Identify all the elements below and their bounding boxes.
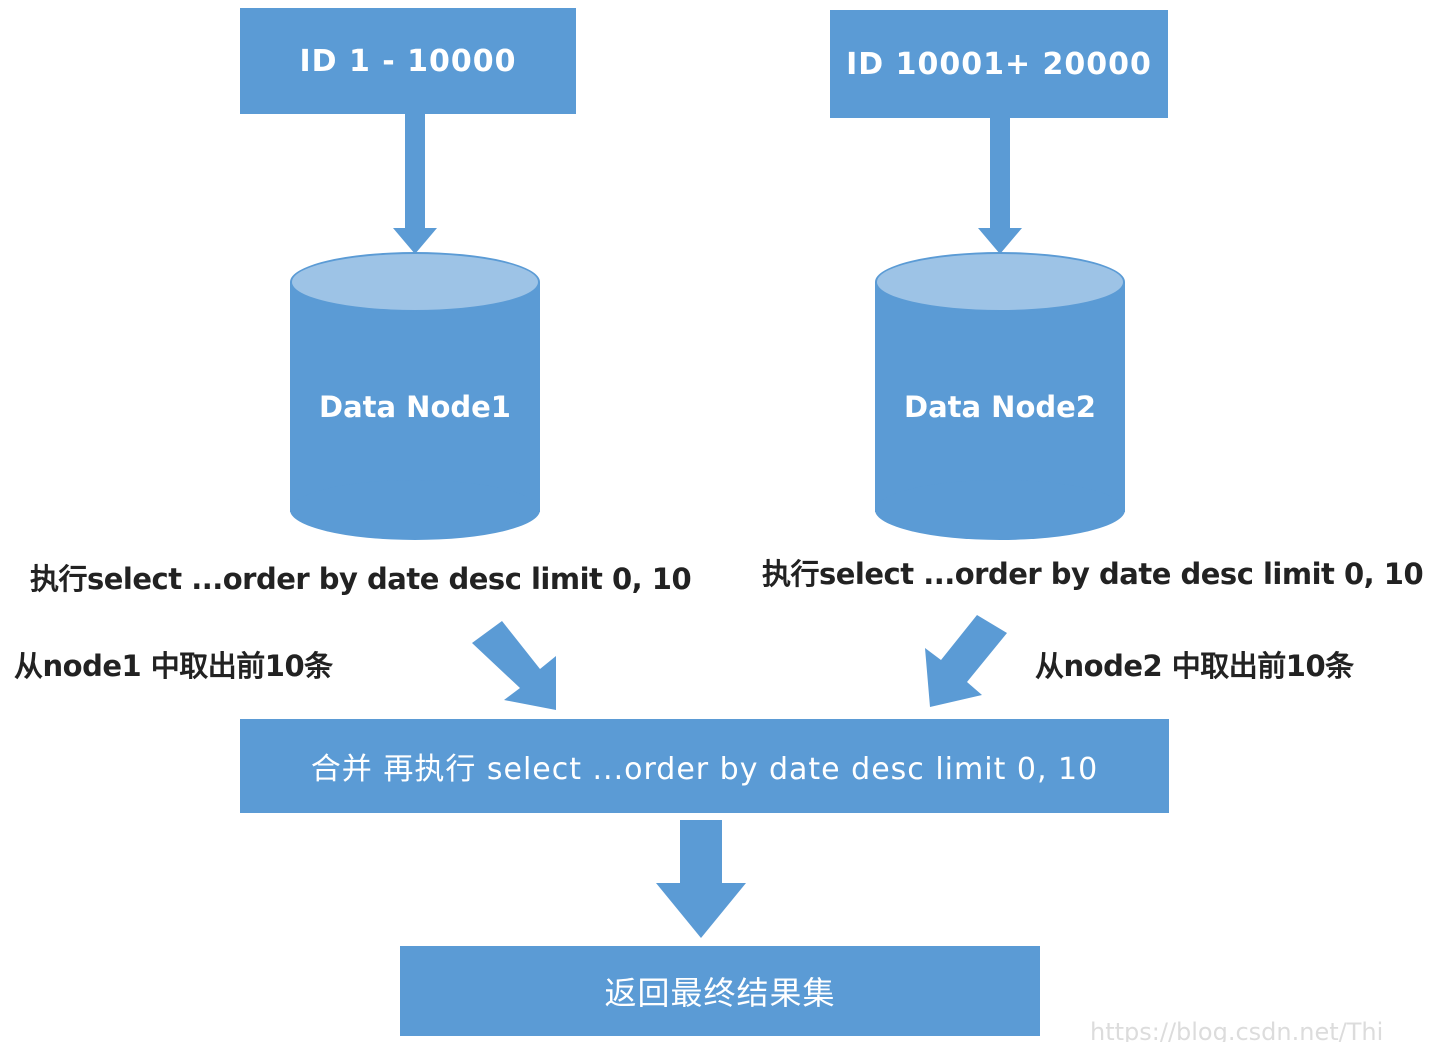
data-node2-cylinder: Data Node2	[875, 252, 1125, 542]
node1-take-caption: 从node1 中取出前10条	[14, 649, 333, 683]
arrow-right-range-to-node2	[978, 116, 1022, 254]
result-box: 返回最终结果集	[400, 946, 1040, 1036]
node2-query-caption: 执行select ...order by date desc limit 0, …	[762, 557, 1424, 591]
arrow-left-range-to-node1	[393, 113, 437, 254]
watermark: https://blog.csdn.net/Thi	[1090, 1018, 1384, 1042]
arrow-merge-to-result	[656, 820, 746, 938]
arrow-node1-to-merge	[472, 621, 556, 710]
cylinder-top	[290, 252, 540, 312]
node2-take-caption: 从node2 中取出前10条	[1035, 649, 1354, 683]
right-range-box: ID 10001+ 20000	[830, 10, 1168, 118]
data-node1-cylinder: Data Node1	[290, 252, 540, 542]
sharding-query-diagram: ID 1 - 10000 ID 10001+ 20000 Data Node1 …	[0, 0, 1432, 1042]
flow-arrows	[393, 113, 1022, 938]
left-range-box: ID 1 - 10000	[240, 8, 576, 114]
merge-label: 合并 再执行 select ...order by date desc limi…	[310, 752, 1099, 787]
node1-query-caption: 执行select ...order by date desc limit 0, …	[30, 562, 692, 596]
merge-box: 合并 再执行 select ...order by date desc limi…	[240, 719, 1169, 813]
right-range-label: ID 10001+ 20000	[846, 46, 1152, 82]
left-range-label: ID 1 - 10000	[299, 43, 517, 79]
cylinder-bottom	[290, 480, 540, 540]
result-label: 返回最终结果集	[604, 974, 836, 1012]
cylinder-top	[875, 252, 1125, 312]
data-node1-label: Data Node1	[319, 390, 511, 424]
data-node2-label: Data Node2	[904, 390, 1096, 424]
cylinder-bottom	[875, 480, 1125, 540]
arrow-node2-to-merge	[925, 615, 1007, 707]
